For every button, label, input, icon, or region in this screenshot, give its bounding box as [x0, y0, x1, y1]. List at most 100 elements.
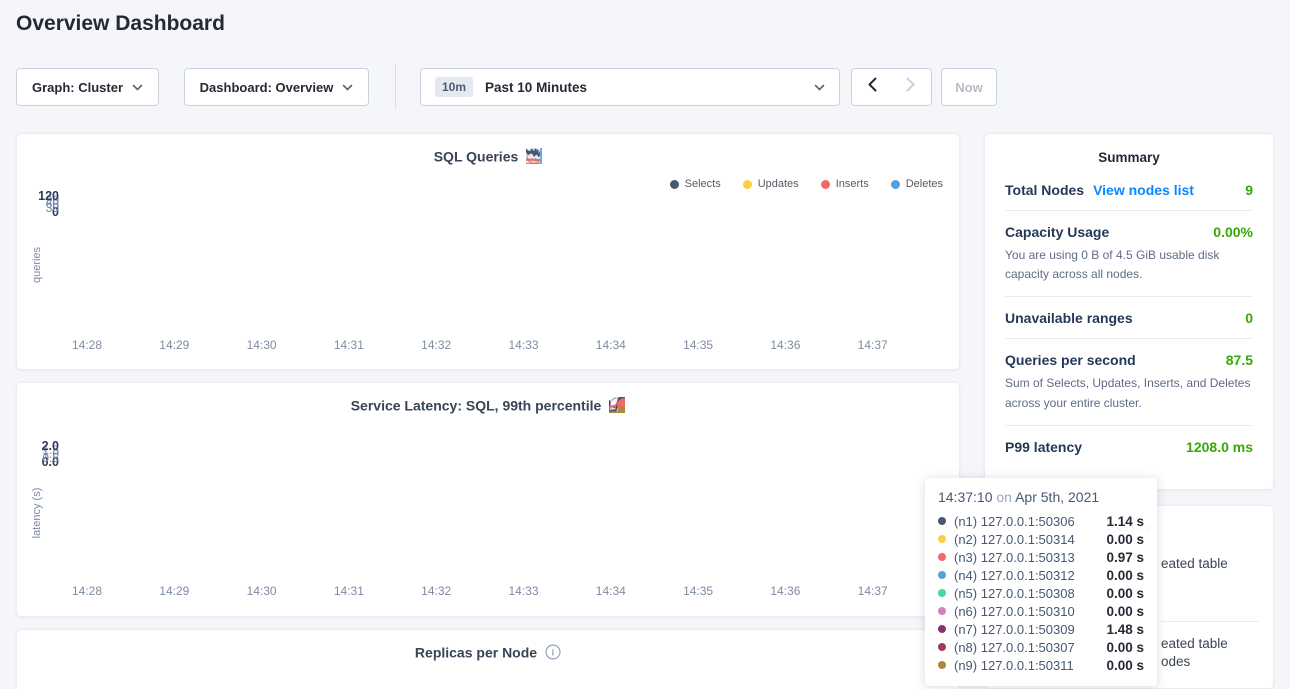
x-tick-label: 14:30: [247, 584, 277, 598]
x-tick-label: 14:29: [159, 584, 189, 598]
now-button[interactable]: Now: [941, 68, 997, 106]
summary-value: 0: [1245, 310, 1253, 326]
summary-row-queries-per-second: Queries per second 87.5 Sum of Selects, …: [1005, 339, 1253, 425]
node-color-dot-icon: [938, 661, 946, 669]
event-list-item: eated table odes: [1161, 635, 1228, 671]
x-tick-label: 14:33: [508, 338, 538, 352]
tooltip-node-label: (n6) 127.0.0.1:50310: [954, 604, 1075, 619]
tooltip-rows: (n1) 127.0.0.1:503061.14 s (n2) 127.0.0.1…: [938, 512, 1144, 674]
info-icon[interactable]: i: [609, 397, 625, 413]
node-color-dot-icon: [938, 643, 946, 651]
chart-title: Replicas per Node i: [17, 643, 959, 660]
service-latency-chart-card: Service Latency: SQL, 99th percentilei l…: [16, 382, 960, 617]
tooltip-node-label: (n2) 127.0.0.1:50314: [954, 532, 1075, 547]
x-tick-label: 14:35: [683, 584, 713, 598]
tooltip-row: (n1) 127.0.0.1:503061.14 s: [938, 512, 1144, 530]
x-tick-label: 14:31: [334, 338, 364, 352]
toolbar-divider: [395, 64, 396, 108]
node-color-dot-icon: [938, 589, 946, 597]
node-color-dot-icon: [938, 625, 946, 633]
time-prev-button[interactable]: [851, 68, 892, 106]
chart-title: SQL Queries i: [17, 147, 959, 164]
tooltip-node-value: 1.48 s: [1106, 622, 1144, 637]
summary-row-p99-latency: P99 latency 1208.0 ms: [1005, 426, 1253, 467]
tooltip-node-value: 0.00 s: [1106, 658, 1144, 673]
tooltip-node-label: (n7) 127.0.0.1:50309: [954, 622, 1075, 637]
info-icon[interactable]: i: [526, 148, 542, 164]
summary-label: Total Nodes: [1005, 182, 1084, 198]
x-tick-label: 14:37: [858, 584, 888, 598]
time-window-label: Past 10 Minutes: [485, 80, 587, 95]
graph-dropdown[interactable]: Graph: Cluster: [16, 68, 159, 106]
x-axis-ticks: 14:2814:2914:3014:3114:3214:3314:3414:35…: [79, 338, 931, 354]
info-icon[interactable]: i: [545, 644, 561, 660]
summary-label: P99 latency: [1005, 439, 1082, 455]
tooltip-node-value: 0.00 s: [1106, 568, 1144, 583]
time-window-dropdown[interactable]: 10m Past 10 Minutes: [420, 68, 840, 106]
tooltip-row: (n6) 127.0.0.1:50310 0.00 s: [938, 602, 1144, 620]
tooltip-node-label: (n5) 127.0.0.1:50308: [954, 586, 1075, 601]
x-tick-label: 14:30: [247, 338, 277, 352]
legend-item-deletes[interactable]: Deletes: [891, 178, 943, 190]
summary-value: 9: [1245, 182, 1253, 198]
x-tick-label: 14:34: [596, 338, 626, 352]
summary-label: Queries per second: [1005, 352, 1136, 368]
events-divider: [1161, 621, 1259, 622]
node-color-dot-icon: [938, 553, 946, 561]
x-tick-label: 14:29: [159, 338, 189, 352]
legend-item-updates[interactable]: Updates: [743, 178, 799, 190]
page-title: Overview Dashboard: [16, 12, 225, 36]
summary-label: Capacity Usage: [1005, 224, 1109, 240]
node-color-dot-icon: [938, 535, 946, 543]
summary-description: You are using 0 B of 4.5 GiB usable disk…: [1005, 246, 1253, 284]
x-tick-label: 14:32: [421, 338, 451, 352]
chart-legend: Selects Updates Inserts Deletes: [670, 178, 943, 190]
tooltip-node-label: (n4) 127.0.0.1:50312: [954, 568, 1075, 583]
tooltip-node-value: 1.14 s: [1106, 514, 1144, 529]
overview-dashboard-page: Overview Dashboard Graph: Cluster Dashbo…: [0, 0, 1290, 689]
view-nodes-list-link[interactable]: View nodes list: [1093, 182, 1194, 198]
y-axis-ticks: 0306090120: [17, 197, 67, 334]
node-color-dot-icon: [938, 571, 946, 579]
summary-row-total-nodes: Total Nodes View nodes list 9: [1005, 169, 1253, 211]
tooltip-node-value: 0.00 s: [1106, 604, 1144, 619]
x-tick-label: 14:36: [770, 584, 800, 598]
sql-queries-plot[interactable]: [79, 197, 931, 339]
chart-title: Service Latency: SQL, 99th percentile i: [17, 396, 959, 413]
node-color-dot-icon: [938, 607, 946, 615]
chart-title-text: Service Latency: SQL, 99th percentile: [351, 397, 602, 413]
dashboard-dropdown[interactable]: Dashboard: Overview: [184, 68, 369, 106]
tooltip-node-value: 0.00 s: [1106, 640, 1144, 655]
summary-row-unavailable-ranges: Unavailable ranges 0: [1005, 297, 1253, 339]
y-tick-label: 120: [38, 189, 59, 203]
tooltip-node-label: (n3) 127.0.0.1:50313: [954, 550, 1075, 565]
chart-title-text: Replicas per Node: [415, 644, 537, 660]
chart-hover-tooltip: 14:37:10 on Apr 5th, 2021 (n1) 127.0.0.1…: [925, 478, 1157, 686]
x-tick-label: 14:34: [596, 584, 626, 598]
replicas-per-node-chart-card: Replicas per Node i: [16, 629, 960, 689]
legend-item-selects[interactable]: Selects: [670, 178, 721, 190]
legend-dot-icon: [821, 180, 830, 189]
tooltip-node-label: (n8) 127.0.0.1:50307: [954, 640, 1075, 655]
chevron-down-icon: [132, 78, 143, 96]
tooltip-node-value: 0.00 s: [1106, 586, 1144, 601]
summary-body: Total Nodes View nodes list 9 Capacity U…: [985, 165, 1273, 467]
svg-text:i: i: [552, 648, 555, 659]
legend-item-inserts[interactable]: Inserts: [821, 178, 869, 190]
x-tick-label: 14:33: [508, 584, 538, 598]
tooltip-node-label: (n9) 127.0.0.1:50311: [954, 658, 1074, 673]
tooltip-node-value: 0.97 s: [1106, 550, 1144, 565]
tooltip-row: (n7) 127.0.0.1:50309 1.48 s: [938, 620, 1144, 638]
time-window-badge: 10m: [435, 77, 473, 97]
service-latency-plot[interactable]: [79, 447, 931, 584]
time-next-button[interactable]: [891, 68, 932, 106]
x-tick-label: 14:28: [72, 338, 102, 352]
summary-value: 87.5: [1226, 352, 1253, 368]
legend-label: Inserts: [836, 178, 869, 190]
legend-label: Updates: [758, 178, 799, 190]
tooltip-node-value: 0.00 s: [1106, 532, 1144, 547]
now-button-label: Now: [955, 80, 982, 95]
sql-queries-chart-card: SQL Queries i Selects Updates Inserts Delete…: [16, 133, 960, 370]
tooltip-row: (n8) 127.0.0.1:50307 0.00 s: [938, 638, 1144, 656]
chart-title-text: SQL Queries: [434, 148, 519, 164]
